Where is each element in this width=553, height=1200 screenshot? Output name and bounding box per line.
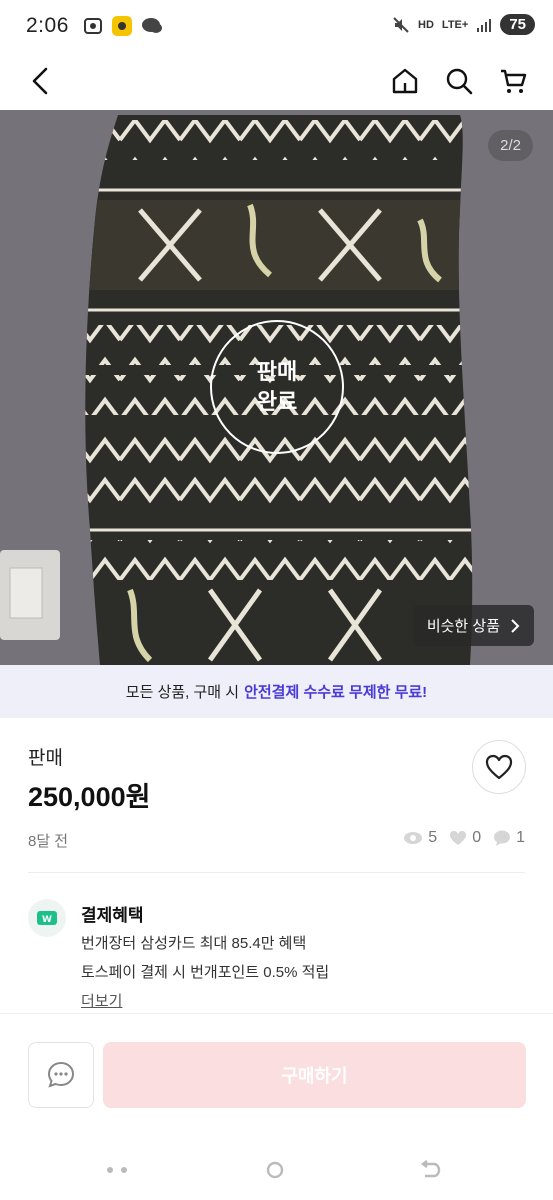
notification-icons xyxy=(83,15,163,37)
product-status: 판매 xyxy=(28,748,63,769)
sold-line2: 완료 xyxy=(256,389,298,414)
system-status: HD LTE+ 75 xyxy=(392,14,535,35)
mute-icon xyxy=(393,16,409,33)
product-image-carousel[interactable]: 2/2 판매 완료 비슷한 상품 xyxy=(0,110,553,665)
divider xyxy=(28,872,525,873)
image-counter: 2/2 xyxy=(488,130,533,161)
home-icon xyxy=(392,68,418,94)
views-count: 5 xyxy=(428,829,438,846)
posted-time: 8달 전 xyxy=(28,833,69,850)
battery-indicator: 75 xyxy=(500,14,535,35)
chat-button[interactable] xyxy=(28,1042,94,1108)
back-system-button[interactable] xyxy=(418,1158,442,1182)
promo-highlight: 안전결제 수수료 무제한 무료! xyxy=(244,684,428,701)
network-indicator: LTE+ xyxy=(441,18,469,31)
back-button[interactable] xyxy=(22,62,60,100)
benefit-line2: 토스페이 결제 시 번개포인트 0.5% 적립 xyxy=(81,964,330,981)
arrow-left-icon xyxy=(32,67,48,95)
promo-banner[interactable]: 모든 상품, 구매 시 안전결제 수수료 무제한 무료! xyxy=(0,665,553,718)
like-button[interactable] xyxy=(472,740,526,794)
heart-icon xyxy=(485,754,513,780)
benefit-icon-wrap: W xyxy=(28,899,66,937)
svg-text:W: W xyxy=(42,915,52,925)
similar-products-button[interactable]: 비슷한 상품 xyxy=(412,605,534,646)
chats-count: 1 xyxy=(516,829,525,846)
home-button[interactable] xyxy=(386,62,424,100)
cart-button[interactable] xyxy=(494,62,532,100)
payment-benefit-icon: W xyxy=(37,911,57,925)
status-time: 2:06 xyxy=(26,14,69,37)
search-icon xyxy=(446,68,473,95)
screenshot-icon xyxy=(83,18,102,34)
recent-apps-button[interactable] xyxy=(105,1158,129,1182)
views-stat: 5 xyxy=(403,829,437,847)
sold-out-overlay: 판매 완료 xyxy=(210,320,344,454)
likes-count: 0 xyxy=(472,829,482,846)
bottom-action-bar: 구매하기 xyxy=(0,1013,553,1133)
home-circle-icon xyxy=(266,1161,284,1179)
recent-apps-icon xyxy=(107,1167,127,1173)
buy-button[interactable]: 구매하기 xyxy=(103,1042,526,1108)
chat-notification-icon xyxy=(141,18,162,33)
chat-bubble-icon xyxy=(494,830,511,846)
promo-text: 모든 상품, 구매 시 xyxy=(125,684,240,701)
eye-icon xyxy=(404,832,423,844)
chevron-right-icon xyxy=(511,618,520,633)
benefit-title: 결제혜택 xyxy=(81,906,144,925)
signal-icon xyxy=(477,18,492,32)
top-navigation xyxy=(0,52,553,110)
system-navigation xyxy=(0,1140,553,1200)
similar-products-label: 비슷한 상품 xyxy=(426,618,500,635)
back-arrow-icon xyxy=(421,1160,441,1178)
sold-line1: 판매 xyxy=(256,359,298,384)
home-system-button[interactable] xyxy=(263,1158,287,1182)
product-price: 250,000원 xyxy=(28,782,151,812)
status-bar: 2:06 HD LTE+ 75 xyxy=(0,0,553,52)
search-button[interactable] xyxy=(440,62,478,100)
hd-indicator: HD xyxy=(418,18,434,31)
likes-stat: 0 xyxy=(449,829,481,847)
app-notification-icon xyxy=(111,16,132,36)
product-stats: 5 0 1 xyxy=(403,829,525,847)
cart-icon xyxy=(501,69,527,93)
benefit-line1: 번개장터 삼성카드 최대 85.4만 혜택 xyxy=(81,935,307,952)
heart-icon xyxy=(450,831,467,845)
more-link[interactable]: 더보기 xyxy=(81,990,122,1011)
chat-icon xyxy=(47,1061,75,1088)
chats-stat: 1 xyxy=(493,829,525,847)
